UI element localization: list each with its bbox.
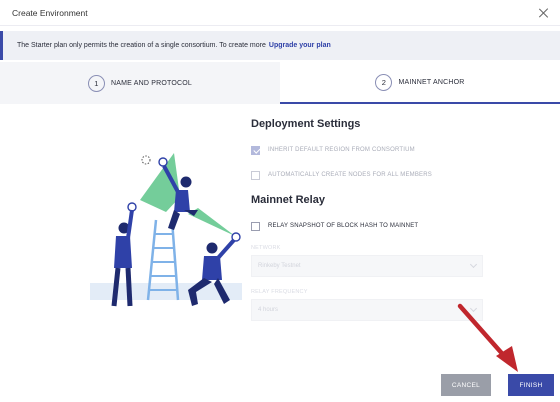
inherit-region-option: INHERIT DEFAULT REGION FROM CONSORTIUM <box>251 144 483 156</box>
team-illustration <box>90 153 242 307</box>
auto-create-nodes-label: AUTOMATICALLY CREATE NODES FOR ALL MEMBE… <box>268 172 432 178</box>
finish-button[interactable]: FINISH <box>508 374 554 396</box>
pointer-arrow-icon <box>457 303 518 372</box>
cancel-button[interactable]: CANCEL <box>441 374 491 396</box>
step-name-and-protocol[interactable]: 1 NAME AND PROTOCOL <box>0 62 280 104</box>
auto-create-nodes-checkbox <box>251 170 260 180</box>
dialog-titlebar: Create Environment <box>0 0 560 26</box>
settings-form: Deployment Settings INHERIT DEFAULT REGI… <box>251 118 483 321</box>
close-icon[interactable] <box>538 7 550 19</box>
upgrade-plan-link[interactable]: Upgrade your plan <box>269 42 331 49</box>
relay-snapshot-checkbox[interactable] <box>251 221 260 231</box>
relay-frequency-value: 4 hours <box>258 307 279 313</box>
step-number-badge: 1 <box>87 74 105 92</box>
deployment-settings-heading: Deployment Settings <box>251 118 361 130</box>
auto-create-nodes-option: AUTOMATICALLY CREATE NODES FOR ALL MEMBE… <box>251 169 483 181</box>
step-mainnet-anchor[interactable]: 2 MAINNET ANCHOR <box>280 62 560 104</box>
network-value: Rinkeby Testnet <box>258 263 301 269</box>
network-label: NETWORK <box>251 245 281 251</box>
relay-frequency-select: 4 hours <box>251 299 483 321</box>
node-outline-dot <box>141 155 151 165</box>
step-label: NAME AND PROTOCOL <box>110 79 193 87</box>
wizard-stepper: 1 NAME AND PROTOCOL 2 MAINNET ANCHOR <box>0 62 560 104</box>
dialog-title: Create Environment <box>12 7 88 18</box>
inherit-region-label: INHERIT DEFAULT REGION FROM CONSORTIUM <box>268 147 415 153</box>
node-dot <box>158 157 168 167</box>
chevron-down-icon <box>469 260 478 269</box>
step-number-badge: 2 <box>375 73 393 91</box>
banner-text: The Starter plan only permits the creati… <box>17 42 266 49</box>
step-label: MAINNET ANCHOR <box>398 78 465 86</box>
checkbox-checked-icon <box>251 145 260 155</box>
mainnet-relay-heading: Mainnet Relay <box>251 194 325 206</box>
relay-frequency-label: RELAY FREQUENCY <box>251 289 308 295</box>
relay-snapshot-option[interactable]: RELAY SNAPSHOT OF BLOCK HASH TO MAINNET <box>251 220 483 232</box>
node-dot <box>127 202 137 212</box>
create-environment-dialog: Create Environment The Starter plan only… <box>0 0 560 402</box>
relay-snapshot-label: RELAY SNAPSHOT OF BLOCK HASH TO MAINNET <box>268 223 419 229</box>
network-select: Rinkeby Testnet <box>251 255 483 277</box>
plan-banner: The Starter plan only permits the creati… <box>0 31 560 60</box>
